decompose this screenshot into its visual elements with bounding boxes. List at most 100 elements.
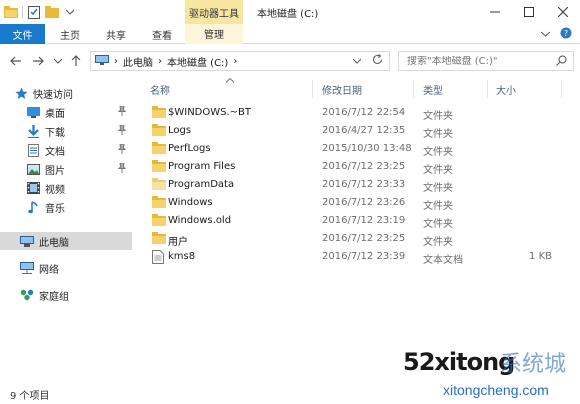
column-header-type[interactable]: 类型 — [423, 78, 443, 100]
toolbar-separator — [22, 6, 23, 18]
file-name: 用户 — [168, 237, 188, 248]
column-divider[interactable] — [561, 80, 562, 98]
expand-ribbon-icon[interactable] — [540, 29, 551, 40]
file-type: 文本文档 — [423, 255, 463, 266]
address-dropdown-icon[interactable] — [352, 56, 362, 67]
tab-share[interactable]: 共享 — [96, 24, 136, 44]
file-type: 文件夹 — [423, 129, 453, 140]
tab-view[interactable]: 查看 — [142, 24, 182, 44]
pin-icon[interactable] — [117, 162, 127, 176]
new-folder-icon[interactable] — [45, 5, 59, 19]
table-row[interactable]: ProgramData 2016/7/12 23:33 文件夹 — [140, 176, 580, 194]
column-divider[interactable] — [487, 80, 488, 98]
nav-this-pc[interactable]: 此电脑 — [0, 232, 132, 250]
nav-this-pc-label: 此电脑 — [39, 237, 69, 249]
nav-item-label: 桌面 — [45, 108, 65, 120]
search-input[interactable] — [407, 55, 557, 67]
site-watermark: 52xitong 系统城 xitongcheng.com — [395, 344, 580, 404]
table-row[interactable]: Program Files 2016/7/12 23:25 文件夹 — [140, 158, 580, 176]
chevron-right-icon: › — [233, 55, 238, 67]
table-row[interactable]: Windows 2016/7/12 23:26 文件夹 — [140, 194, 580, 212]
recent-locations-icon[interactable] — [50, 53, 66, 69]
file-date: 2016/7/12 23:39 — [322, 251, 406, 262]
breadcrumb-this-pc[interactable]: 此电脑 — [123, 54, 153, 69]
nav-item-label: 下载 — [45, 127, 65, 139]
minimize-button[interactable] — [478, 0, 512, 24]
maximize-button[interactable] — [512, 0, 546, 24]
forward-button[interactable] — [30, 53, 46, 69]
table-row[interactable]: kms8 2016/7/12 23:39 文本文档 1 KB — [140, 248, 580, 266]
nav-network[interactable]: 网络 — [0, 259, 132, 277]
nav-item-label: 图片 — [45, 165, 65, 177]
svg-text:?: ? — [564, 29, 568, 38]
column-header-date[interactable]: 修改日期 — [322, 78, 362, 100]
nav-item-music[interactable]: 音乐 — [0, 198, 132, 216]
column-header-size[interactable]: 大小 — [496, 78, 516, 100]
nav-homegroup-label: 家庭组 — [39, 291, 69, 303]
video-icon — [26, 181, 40, 195]
nav-quick-access[interactable]: 快速访问 — [0, 84, 132, 102]
file-type: 文件夹 — [423, 147, 453, 158]
window-title: 本地磁盘 (C:) — [257, 9, 319, 20]
pictures-icon — [26, 162, 40, 176]
caption-buttons — [478, 0, 580, 24]
tab-home[interactable]: 主页 — [50, 24, 90, 44]
column-divider[interactable] — [312, 80, 313, 98]
file-type: 文件夹 — [423, 201, 453, 212]
nav-item-pictures[interactable]: 图片 — [0, 160, 132, 178]
file-date: 2016/7/12 23:25 — [322, 233, 406, 244]
folder-icon — [152, 232, 166, 246]
search-icon[interactable] — [556, 55, 567, 69]
file-name: kms8 — [168, 251, 196, 262]
file-name: Windows.old — [168, 215, 232, 226]
breadcrumb-local-disk[interactable]: 本地磁盘 (C:) — [167, 54, 228, 69]
nav-item-desktop[interactable]: 桌面 — [0, 103, 132, 121]
watermark-brand: 52xitong — [403, 348, 515, 376]
nav-homegroup[interactable]: 家庭组 — [0, 286, 132, 304]
table-row[interactable]: $WINDOWS.~BT 2016/7/12 22:54 文件夹 — [140, 104, 580, 122]
file-name: $WINDOWS.~BT — [168, 107, 252, 118]
file-name: PerfLogs — [168, 143, 211, 154]
properties-icon[interactable] — [27, 5, 41, 19]
up-button[interactable] — [68, 53, 84, 69]
nav-item-documents[interactable]: 文档 — [0, 141, 132, 159]
address-row: › 此电脑 › 本地磁盘 (C:) › — [0, 45, 580, 77]
table-row[interactable]: 用户 2016/7/12 23:25 文件夹 — [140, 230, 580, 248]
file-date: 2016/7/12 23:19 — [322, 215, 406, 226]
computer-icon — [20, 234, 34, 248]
watermark-url: xitongcheng.com — [443, 382, 549, 398]
table-row[interactable]: Logs 2016/4/27 12:35 文件夹 — [140, 122, 580, 140]
pin-icon[interactable] — [117, 105, 127, 119]
nav-item-downloads[interactable]: 下载 — [0, 122, 132, 140]
pin-icon[interactable] — [117, 143, 127, 157]
nav-network-label: 网络 — [39, 264, 59, 276]
nav-quick-access-label: 快速访问 — [33, 89, 73, 101]
file-name: Windows — [168, 197, 213, 208]
ribbon-tabs: 文件 主页 共享 查看 管理 ? — [0, 24, 580, 44]
nav-item-label: 音乐 — [45, 203, 65, 215]
help-icon[interactable]: ? — [560, 27, 572, 42]
file-date: 2016/7/12 23:33 — [322, 179, 406, 190]
tab-manage[interactable]: 管理 — [185, 24, 243, 44]
file-type: 文件夹 — [423, 111, 453, 122]
back-button[interactable] — [8, 53, 24, 69]
file-date: 2016/7/12 22:54 — [322, 107, 406, 118]
column-header-name[interactable]: 名称 — [150, 78, 170, 100]
tab-file[interactable]: 文件 — [0, 24, 45, 44]
table-row[interactable]: PerfLogs 2015/10/30 13:48 文件夹 — [140, 140, 580, 158]
address-bar[interactable]: › 此电脑 › 本地磁盘 (C:) › — [90, 51, 390, 71]
close-button[interactable] — [546, 0, 580, 24]
homegroup-icon — [20, 288, 34, 302]
folder-icon — [152, 196, 166, 210]
nav-item-videos[interactable]: 视频 — [0, 179, 132, 197]
pin-icon[interactable] — [117, 124, 127, 138]
file-date: 2015/10/30 13:48 — [322, 143, 412, 154]
search-box[interactable] — [398, 51, 574, 71]
watermark-cn: 系统城 — [500, 352, 567, 377]
chevron-down-icon[interactable] — [63, 5, 77, 19]
table-row[interactable]: Windows.old 2016/7/12 23:19 文件夹 — [140, 212, 580, 230]
refresh-icon[interactable] — [372, 54, 383, 68]
column-divider[interactable] — [413, 80, 414, 98]
file-name: ProgramData — [168, 179, 235, 190]
file-type: 文件夹 — [423, 237, 453, 248]
